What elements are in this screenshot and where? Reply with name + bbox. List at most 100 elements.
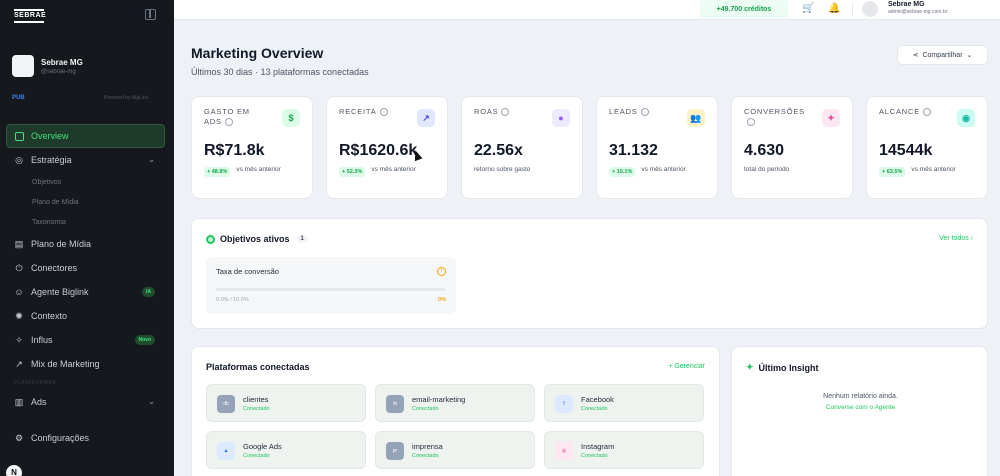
- sidebar-item-plano-de-midia[interactable]: ▤ Plano de Mídia: [6, 232, 165, 256]
- gerenciar-link[interactable]: + Gerenciar: [668, 363, 705, 370]
- sidebar-item-agente-biglink[interactable]: ☺ Agente Biglink IA: [6, 280, 165, 304]
- avatar[interactable]: [862, 1, 878, 17]
- kpi-value: 22.56x: [474, 142, 523, 159]
- objetivos-card: Objetivos ativos 1 Ver todos › Taxa de c…: [191, 218, 988, 329]
- goal-progress-bar: [216, 288, 446, 291]
- page-subtitle: Últimos 30 dias · 13 plataformas conecta…: [191, 67, 369, 77]
- platform-icon: ▲: [217, 442, 235, 460]
- platform-imprensa[interactable]: pr imprensa Conectado: [375, 431, 535, 469]
- kpi-card-roas: ROAS ● 22.56x retorno sobre gasto: [461, 96, 583, 199]
- sidebar-item-label: Agente Biglink: [31, 287, 89, 297]
- info-icon[interactable]: [501, 108, 510, 117]
- plataformas-card: Plataformas conectadas + Gerenciar db cl…: [191, 346, 720, 476]
- sidebar-item-label: Estratégia: [31, 155, 72, 165]
- kpi-label: CONVERSÕES: [744, 107, 806, 127]
- sidebar-item-contexto[interactable]: ✺ Contexto: [6, 304, 165, 328]
- info-icon[interactable]: [379, 108, 388, 117]
- sidebar-item-label: Plano de Mídia: [31, 239, 92, 249]
- sidebar-item-overview[interactable]: Overview: [6, 124, 165, 148]
- sidebar-item-mix-de-marketing[interactable]: ↗ Mix de Marketing: [6, 352, 165, 376]
- kpi-note: vs mês anterior: [641, 166, 686, 173]
- info-icon[interactable]: [747, 118, 755, 127]
- share-button[interactable]: ⋖ Compartilhar ⌄: [897, 45, 988, 65]
- info-icon[interactable]: [923, 108, 932, 117]
- org-switcher[interactable]: Sebrae MG @sebrae-mg: [12, 55, 83, 77]
- ver-todos-link[interactable]: Ver todos ›: [939, 235, 973, 242]
- info-icon[interactable]: [640, 108, 649, 117]
- platform-google-ads[interactable]: ▲ Google Ads Conectado: [206, 431, 366, 469]
- kpi-label-text: ALCANCE: [879, 107, 921, 116]
- objetivos-title-text: Objetivos ativos: [220, 234, 290, 244]
- goal-card[interactable]: Taxa de conversão ! 0.0% / 10.0% 0%: [206, 257, 456, 314]
- kpi-card-leads: LEADS 👥 31.132 + 10.1% vs mês anterior: [596, 96, 718, 199]
- gear-icon: ⚙: [14, 432, 24, 443]
- sidebar: SEBRAE Sebrae MG @sebrae-mg PUB Powered …: [0, 0, 174, 476]
- kpi-footer: + 63.5% vs mês anterior: [879, 165, 979, 177]
- platform-name: email-marketing: [412, 395, 466, 404]
- share-label: Compartilhar: [922, 51, 963, 59]
- user-menu[interactable]: Sebrae MG admin@sebrae-mg.com.br: [888, 1, 947, 15]
- kpi-label: GASTO EM ADS: [204, 107, 266, 127]
- sidebar-subitem-plano-de-midia[interactable]: Plano de Mídia: [6, 192, 165, 212]
- insight-card: ✦ Último Insight Nenhum relatório ainda.…: [731, 346, 988, 476]
- chevron-down-icon: ⌄: [966, 52, 973, 59]
- platform-facebook[interactable]: f Facebook Conectado: [544, 384, 704, 422]
- kpi-icon: ●: [552, 109, 570, 127]
- chat-with-agent-link[interactable]: Converse com o Agente: [732, 404, 989, 411]
- kpi-card-alcance: ALCANCE ◉ 14544k + 63.5% vs mês anterior: [866, 96, 988, 199]
- trend-icon: ↗: [15, 358, 23, 369]
- bell-icon[interactable]: 🔔: [828, 3, 840, 15]
- plan-label: PUB: [12, 95, 25, 101]
- platform-icon: f: [555, 395, 573, 413]
- platform-status: Conectado: [412, 453, 439, 459]
- credits-badge[interactable]: +49.700 créditos: [700, 0, 788, 18]
- collapse-sidebar-icon[interactable]: [145, 9, 156, 20]
- kpi-label-text: ROAS: [474, 107, 499, 116]
- kpi-label: RECEITA: [339, 107, 401, 117]
- kpi-label-text: LEADS: [609, 107, 638, 116]
- sidebar-item-configuracoes[interactable]: ⚙ Configurações: [6, 426, 165, 450]
- sidebar-subitem-objetivos[interactable]: Objetivos: [6, 172, 165, 192]
- platform-clientes[interactable]: db clientes Conectado: [206, 384, 366, 422]
- sebrae-logo[interactable]: SEBRAE: [14, 9, 46, 23]
- platform-icon: ◎: [555, 442, 573, 460]
- chevron-down-icon: ⌄: [148, 397, 155, 406]
- org-avatar: [12, 55, 34, 77]
- lightbulb-icon: ✦: [746, 362, 754, 372]
- user-avatar[interactable]: N: [6, 465, 22, 476]
- platform-icon: pr: [386, 442, 404, 460]
- sidebar-item-label: Conectores: [31, 263, 78, 273]
- goal-progress-percent: 0%: [438, 297, 446, 303]
- sidebar-item-label: Contexto: [31, 311, 68, 321]
- sidebar-item-conectores[interactable]: ⏻ Conectores: [6, 256, 165, 280]
- kpi-footer: total do período: [744, 165, 844, 174]
- trend-badge: + 63.5%: [879, 167, 906, 177]
- sidebar-subitem-taxonomia[interactable]: Taxonomia: [6, 212, 165, 232]
- kpi-footer: + 10.1% vs mês anterior: [609, 165, 709, 177]
- kpi-value: R$1620.6k: [339, 142, 418, 159]
- sidebar-item-influs[interactable]: ✧ Influs Novo: [6, 328, 165, 352]
- kpi-note: vs mês anterior: [236, 166, 281, 173]
- platform-instagram[interactable]: ◎ Instagram Conectado: [544, 431, 704, 469]
- cart-icon[interactable]: 🛒: [802, 3, 814, 15]
- kpi-label-text: RECEITA: [339, 107, 377, 116]
- target-icon: [206, 234, 215, 244]
- bot-icon: ☺: [14, 287, 24, 297]
- ads-icon: ▥: [14, 396, 24, 407]
- sidebar-item-estrategia[interactable]: ◎ Estratégia ⌄: [6, 148, 165, 172]
- platform-email-marketing[interactable]: ✉ email-marketing Conectado: [375, 384, 535, 422]
- trend-badge: + 10.1%: [609, 167, 636, 177]
- divider: [852, 3, 853, 16]
- kpi-icon: 👥: [687, 109, 705, 127]
- star-icon: ✧: [15, 334, 23, 345]
- objetivos-title: Objetivos ativos 1: [206, 234, 308, 244]
- platform-status: Conectado: [243, 453, 270, 459]
- plataformas-title: Plataformas conectadas: [206, 362, 310, 372]
- insight-title-text: Último Insight: [758, 362, 819, 373]
- platform-name: imprensa: [412, 442, 443, 451]
- platform-name: Google Ads: [243, 442, 282, 451]
- sidebar-item-ads[interactable]: ▥ Ads ⌄: [6, 390, 165, 414]
- trend-badge: + 48.8%: [204, 167, 231, 177]
- info-icon[interactable]: [224, 118, 233, 127]
- platform-status: Conectado: [581, 406, 608, 412]
